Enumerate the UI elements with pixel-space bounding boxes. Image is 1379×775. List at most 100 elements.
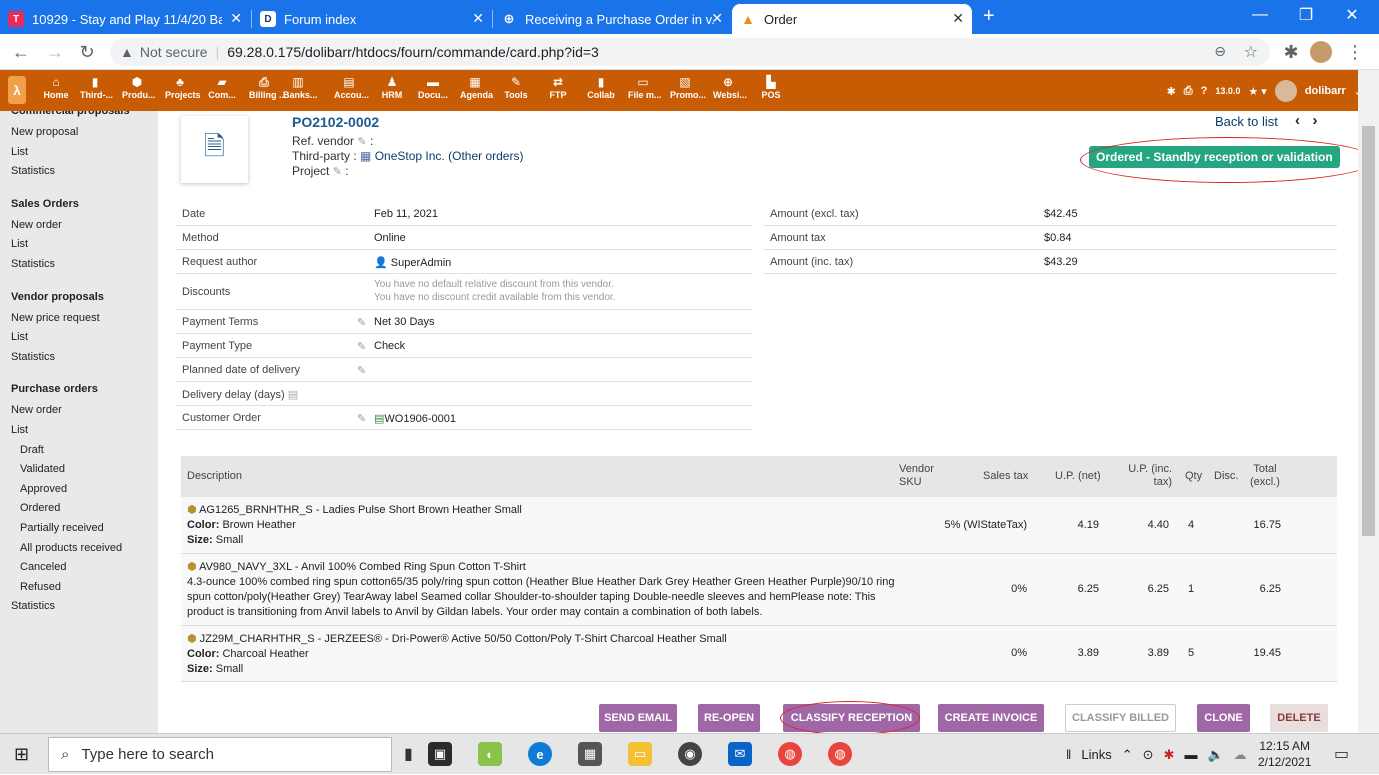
sidebar-item[interactable]: List <box>11 424 28 436</box>
chevron-up-icon[interactable]: ⌃ <box>1122 747 1133 763</box>
topmenu-item-agenda[interactable]: ▦ Agenda <box>460 74 493 100</box>
topmenu-item-websi[interactable]: ⊕ Websi... <box>713 74 747 100</box>
browser-menu-icon[interactable]: ⋮ <box>1344 41 1366 63</box>
topmenu-item-home[interactable]: ⌂ Home <box>41 74 71 100</box>
links-toolbar[interactable]: Links <box>1081 747 1111 762</box>
topmenu-item-banks[interactable]: ▥ Banks... <box>283 74 318 100</box>
bookmark-star-icon[interactable]: ☆ <box>1244 42 1258 62</box>
sidebar-item[interactable]: Canceled <box>20 561 66 573</box>
restore-icon[interactable]: ❐ <box>1283 0 1329 30</box>
send-email-button[interactable]: SEND EMAIL <box>599 704 677 732</box>
topmenu-item-billing[interactable]: ⎙ Billing ... <box>249 74 287 100</box>
browser-tab[interactable]: D Forum index ✕ <box>252 4 492 34</box>
next-arrow-icon[interactable]: › <box>1313 112 1318 129</box>
product-link[interactable]: AV980_NAVY_3XL - Anvil 100% Combed Ring … <box>199 561 526 573</box>
print-icon[interactable]: ⎙ <box>1184 85 1193 98</box>
browser-tab[interactable]: T 10929 - Stay and Play 11/4/20 Ba ✕ <box>0 4 250 34</box>
clone-button[interactable]: CLONE <box>1197 704 1250 732</box>
pencil-icon[interactable]: ✎ <box>357 412 366 425</box>
bug-icon[interactable]: ✱ <box>1167 85 1176 98</box>
other-orders-link[interactable]: (Other orders) <box>448 149 523 163</box>
pencil-icon[interactable]: ✎ <box>357 364 366 377</box>
extensions-icon[interactable]: ✱ <box>1280 41 1302 63</box>
sidebar-item[interactable]: All products received <box>20 542 122 554</box>
classify-billed-button[interactable]: CLASSIFY BILLED <box>1065 704 1176 732</box>
delete-button[interactable]: DELETE <box>1270 704 1328 732</box>
topmenu-item-docu[interactable]: ▬ Docu... <box>418 74 448 100</box>
profile-avatar[interactable] <box>1310 41 1332 63</box>
topmenu-item-file-m[interactable]: ▭ File m... <box>628 74 662 100</box>
sidebar-item[interactable]: New price request <box>11 312 100 324</box>
sidebar-item[interactable]: Statistics <box>11 258 55 270</box>
sidebar-item[interactable]: Approved <box>20 483 67 495</box>
user-name[interactable]: dolibarr <box>1305 85 1346 97</box>
volume-icon[interactable]: 🔈 <box>1207 747 1223 763</box>
cloud-icon[interactable]: ☁ <box>1234 747 1247 763</box>
customer-order-link[interactable]: WO1906-0001 <box>384 413 456 425</box>
notification-icon[interactable]: ▭ <box>1334 744 1349 764</box>
sidebar-heading[interactable]: Purchase orders <box>11 383 98 395</box>
chrome-profile-icon[interactable]: ◍ <box>828 742 852 766</box>
taskbar-clock[interactable]: 12:15 AM 2/12/2021 <box>1258 738 1311 770</box>
product-link[interactable]: AG1265_BRNHTHR_S - Ladies Pulse Short Br… <box>199 504 522 516</box>
sidebar-item[interactable]: Refused <box>20 581 61 593</box>
sidebar-item[interactable]: Draft <box>20 444 44 456</box>
close-tab-icon[interactable]: ✕ <box>472 10 484 27</box>
user-avatar[interactable] <box>1274 80 1297 102</box>
pencil-icon[interactable]: ✎ <box>357 316 366 329</box>
new-tab-button[interactable]: + <box>983 5 995 28</box>
topmenu-item-third[interactable]: ▮ Third-... <box>80 74 113 100</box>
browser-tab[interactable]: ⊕ Receiving a Purchase Order in v.1 ✕ <box>493 4 731 34</box>
product-link[interactable]: JZ29M_CHARHTHR_S - JERZEES® - Dri-Power®… <box>200 633 727 645</box>
author-link[interactable]: SuperAdmin <box>391 257 452 269</box>
reload-icon[interactable]: ↻ <box>76 41 98 63</box>
back-to-list-link[interactable]: Back to list <box>1215 114 1278 129</box>
chrome-icon[interactable]: ◍ <box>778 742 802 766</box>
bookmark-star-icon[interactable]: ★ ▾ <box>1248 85 1266 98</box>
close-tab-icon[interactable]: ✕ <box>711 10 723 27</box>
pencil-icon[interactable]: ✎ <box>357 136 366 148</box>
thirdparty-link[interactable]: OneStop Inc. <box>375 149 445 163</box>
topmenu-item-com[interactable]: ▰ Com... <box>207 74 237 100</box>
topmenu-item-ftp[interactable]: ⇄ FTP <box>543 74 573 100</box>
sidebar-heading[interactable]: Vendor proposals <box>11 291 104 303</box>
sidebar-heading[interactable]: Commercial proposals <box>11 111 130 117</box>
sidebar-item[interactable]: Statistics <box>11 600 55 612</box>
topmenu-item-accou[interactable]: ▤ Accou... <box>334 74 369 100</box>
topmenu-item-collab[interactable]: ▮ Collab <box>586 74 616 100</box>
calculator-icon[interactable]: ▦ <box>578 742 602 766</box>
help-icon[interactable]: ? <box>1201 85 1208 97</box>
file-explorer-icon[interactable]: ▭ <box>628 742 652 766</box>
topmenu-item-projects[interactable]: ♣ Projects <box>165 74 201 100</box>
pencil-icon[interactable]: ✎ <box>357 340 366 353</box>
sidebar-item[interactable]: List <box>11 238 28 250</box>
forward-arrow-icon[interactable]: → <box>44 41 66 63</box>
table-row[interactable]: ⬢ AG1265_BRNHTHR_S - Ladies Pulse Short … <box>181 497 1337 554</box>
mail-icon[interactable]: ✉ <box>728 742 752 766</box>
table-row[interactable]: ⬢ JZ29M_CHARHTHR_S - JERZEES® - Dri-Powe… <box>181 626 1337 682</box>
dolibarr-logo[interactable]: λ <box>8 76 26 104</box>
browser-tab-active[interactable]: ▲ Order ✕ <box>732 4 972 34</box>
sidebar-item[interactable]: Partially received <box>20 522 104 534</box>
table-row[interactable]: ⬢ AV980_NAVY_3XL - Anvil 100% Combed Rin… <box>181 554 1337 626</box>
sidebar-item[interactable]: New order <box>11 404 62 416</box>
topmenu-item-produ[interactable]: ⬢ Produ... <box>122 74 156 100</box>
close-window-icon[interactable]: ✕ <box>1329 0 1375 30</box>
sidebar-item[interactable]: List <box>11 331 28 343</box>
create-invoice-button[interactable]: CREATE INVOICE <box>938 704 1044 732</box>
windows-start-icon[interactable]: ⊞ <box>14 744 29 765</box>
sidebar-item[interactable]: New order <box>11 219 62 231</box>
topmenu-item-tools[interactable]: ✎ Tools <box>501 74 531 100</box>
zoom-icon[interactable]: ⊖ <box>1214 43 1226 60</box>
topmenu-item-hrm[interactable]: ♟ HRM <box>377 74 407 100</box>
sidebar-item[interactable]: New proposal <box>11 126 78 138</box>
store-icon[interactable]: ▣ <box>428 742 452 766</box>
taskbar-search-input[interactable]: ⌕ Type here to search <box>48 737 392 772</box>
sidebar-heading[interactable]: Sales Orders <box>11 198 79 210</box>
task-view-icon[interactable]: ▮ <box>404 744 413 764</box>
pencil-icon[interactable]: ✎ <box>333 166 342 178</box>
sidebar-item[interactable]: Validated <box>20 463 65 475</box>
scrollbar-thumb[interactable] <box>1362 126 1375 536</box>
sidebar-item[interactable]: Statistics <box>11 351 55 363</box>
dropbox-icon[interactable]: ✱ <box>1164 747 1175 763</box>
